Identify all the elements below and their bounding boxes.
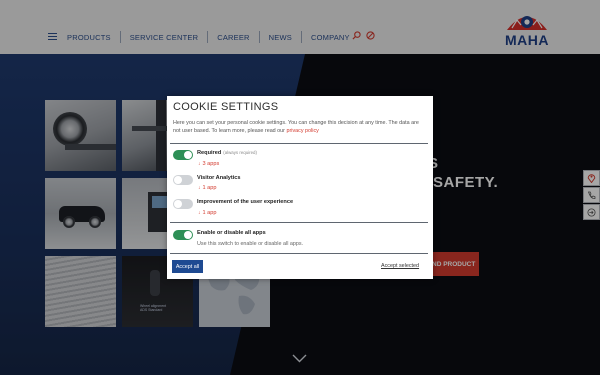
- cookie-settings-dialog: COOKIE SETTINGS Here you can set your pe…: [167, 96, 433, 279]
- required-apps-link[interactable]: ↓ 3 apps: [198, 161, 219, 167]
- required-label-text: Required: [197, 150, 222, 156]
- visitor-analytics-apps-count: 1 app: [202, 185, 217, 191]
- toggle-knob: [184, 151, 192, 159]
- toggle-knob: [174, 176, 182, 184]
- arrow-down-icon: ↓: [198, 161, 201, 167]
- arrow-down-icon: ↓: [198, 210, 201, 216]
- user-experience-toggle[interactable]: [173, 199, 193, 209]
- user-experience-apps-count: 1 app: [202, 210, 217, 216]
- arrow-down-icon: ↓: [198, 185, 201, 191]
- dialog-title: COOKIE SETTINGS: [173, 101, 279, 113]
- required-apps-count: 3 apps: [202, 161, 220, 167]
- divider: [170, 143, 428, 144]
- accept-all-button[interactable]: Accept all: [172, 260, 203, 273]
- divider: [170, 222, 428, 223]
- visitor-analytics-apps-link[interactable]: ↓ 1 app: [198, 185, 217, 191]
- toggle-all-description: Use this switch to enable or disable all…: [197, 241, 304, 247]
- toggle-knob: [174, 200, 182, 208]
- visitor-analytics-toggle[interactable]: [173, 175, 193, 185]
- toggle-all-label: Enable or disable all apps: [197, 230, 266, 236]
- divider: [170, 253, 428, 254]
- privacy-policy-link[interactable]: privacy policy: [286, 128, 318, 134]
- user-experience-apps-link[interactable]: ↓ 1 app: [198, 210, 217, 216]
- required-sublabel: (always required): [223, 150, 257, 155]
- required-toggle[interactable]: [173, 150, 193, 160]
- toggle-all-switch[interactable]: [173, 230, 193, 240]
- visitor-analytics-label: Visitor Analytics: [197, 175, 241, 181]
- required-label: Required (always required): [197, 150, 257, 156]
- toggle-knob: [184, 231, 192, 239]
- user-experience-label: Improvement of the user experience: [197, 199, 294, 205]
- accept-selected-link[interactable]: Accept selected: [381, 263, 419, 269]
- dialog-description: Here you can set your personal cookie se…: [173, 119, 425, 135]
